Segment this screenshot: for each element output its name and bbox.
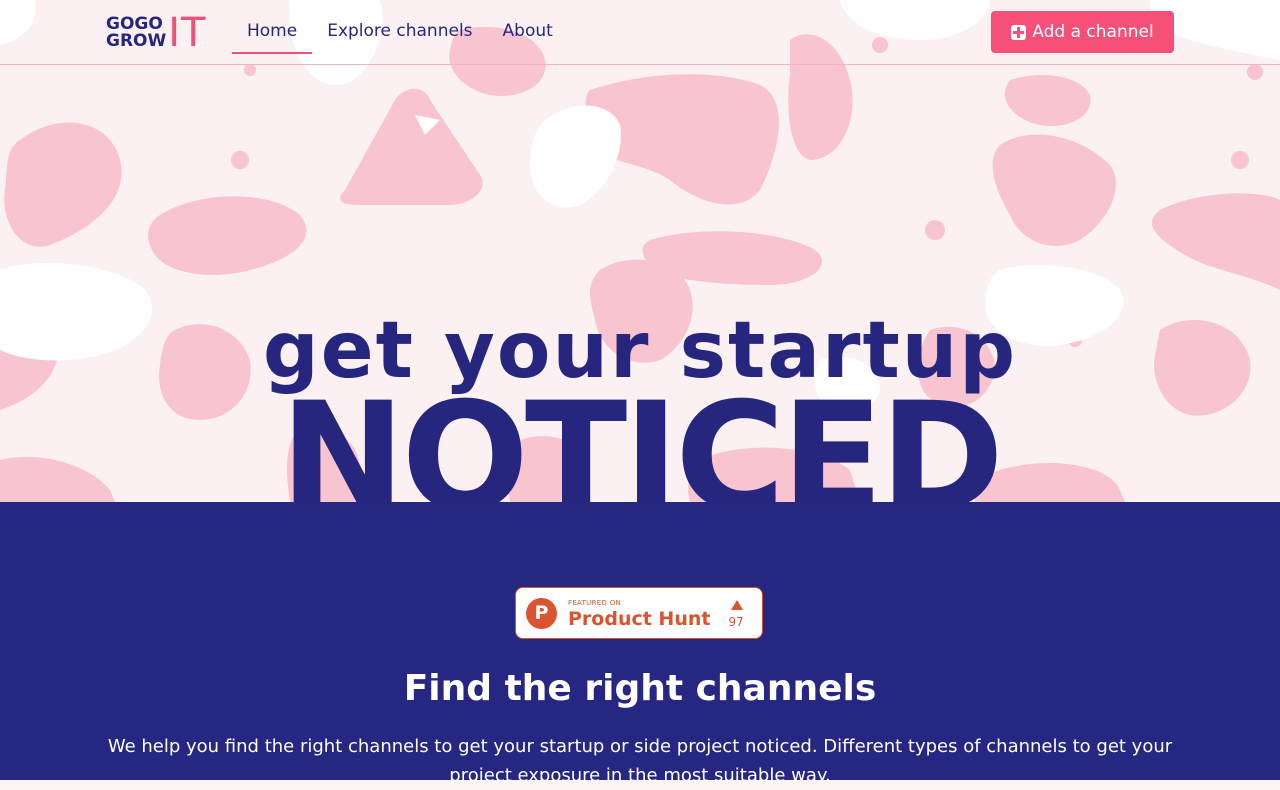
add-channel-label: Add a channel — [1032, 22, 1154, 42]
badge-product-name: Product Hunt — [568, 608, 711, 630]
add-channel-button[interactable]: Add a channel — [991, 11, 1174, 53]
upvote-arrow-icon — [731, 600, 743, 610]
logo-suffix: IT — [168, 10, 207, 56]
nav-home[interactable]: Home — [232, 8, 313, 54]
intro-section: P FEATURED ON Product Hunt 97 Find the r… — [0, 502, 1280, 786]
badge-featured-label: FEATURED ON — [568, 599, 622, 607]
logo-wordmark: GOGO GROW — [106, 16, 166, 50]
plus-square-icon — [1011, 24, 1027, 40]
main-nav: Home Explore channels About — [232, 8, 568, 54]
product-hunt-badge[interactable]: P FEATURED ON Product Hunt 97 — [515, 587, 763, 639]
section-description: We help you find the right channels to g… — [107, 736, 1173, 786]
badge-vote-count: 97 — [728, 615, 744, 629]
hero-headline-line2: NOTICED — [279, 378, 1004, 502]
top-nav-bar: GOGO GROW IT Home Explore channels About… — [0, 0, 1280, 65]
product-hunt-logo-icon: P — [526, 598, 557, 629]
section-title: Find the right channels — [403, 668, 877, 709]
nav-explore-channels[interactable]: Explore channels — [312, 8, 487, 54]
nav-about[interactable]: About — [488, 8, 568, 54]
logo-line2: GROW — [106, 31, 167, 51]
gogogrowit-logo[interactable]: GOGO GROW IT — [106, 10, 207, 56]
